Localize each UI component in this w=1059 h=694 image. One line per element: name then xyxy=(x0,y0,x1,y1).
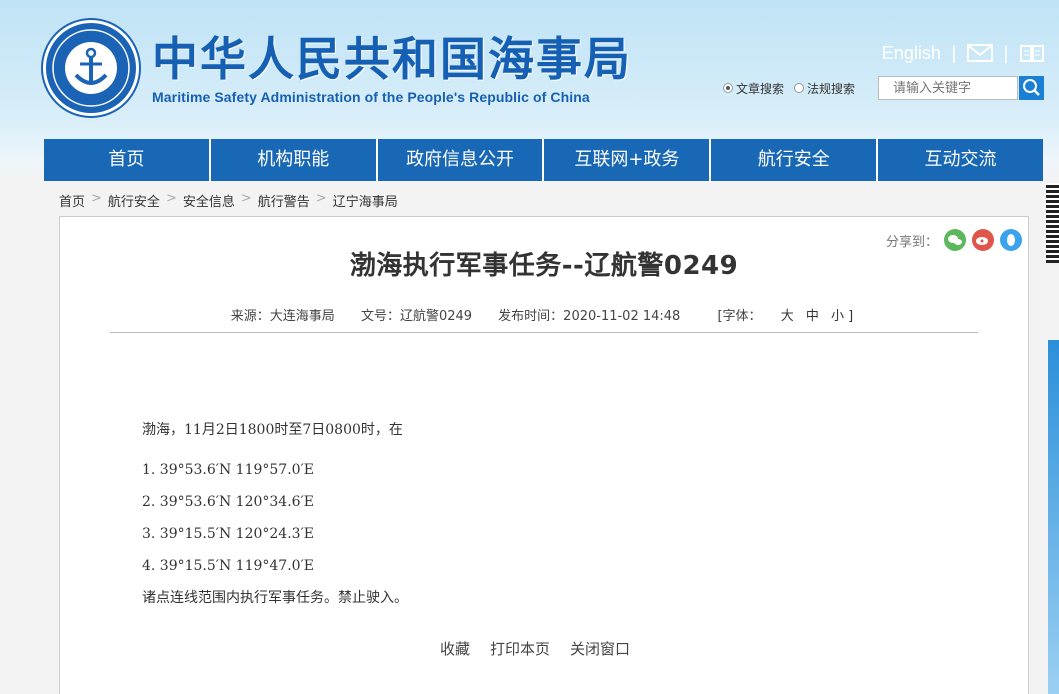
radio-law-label: 法规搜索 xyxy=(807,81,856,96)
english-link[interactable]: English xyxy=(882,43,941,64)
breadcrumb-navigation-safety[interactable]: 航行安全 xyxy=(108,191,160,210)
article-body: 渤海，11月2日1800时至7日0800时，在 1. 39°53.6′N 119… xyxy=(142,420,408,620)
search-area: 文章搜索 法规搜索 xyxy=(723,76,1044,100)
divider: | xyxy=(950,42,957,64)
article-title: 渤海执行军事任务--辽航警0249 xyxy=(349,251,739,281)
font-size-control: [字体： 大 中 小 ] xyxy=(706,309,857,324)
article-meta: 来源：大连海事局 文号：辽航警0249 发布时间：2020-11-02 14:4… xyxy=(110,305,978,333)
article-container: 分享到： 渤海执行军事任务--辽航警0249 来源：大连海事局 文号：辽航警02… xyxy=(59,216,1029,694)
coordinate-point: 1. 39°53.6′N 119°57.0′E xyxy=(142,462,314,478)
radio-dot-selected[interactable] xyxy=(723,83,733,93)
breadcrumb-separator: > xyxy=(91,191,102,206)
favorite-button[interactable]: 收藏 xyxy=(440,638,470,659)
font-size-label: [字体： xyxy=(717,309,762,324)
font-size-medium[interactable]: 中 xyxy=(806,309,819,324)
breadcrumb-liaoning[interactable]: 辽宁海事局 xyxy=(333,191,398,210)
divider: | xyxy=(1002,42,1009,64)
breadcrumb-home[interactable]: 首页 xyxy=(59,191,85,210)
radio-article-search[interactable]: 文章搜索 xyxy=(723,80,784,97)
anchor-icon xyxy=(52,29,130,107)
article-doc-number: 文号：辽航警0249 xyxy=(360,309,473,324)
side-banner[interactable] xyxy=(1048,340,1059,694)
qr-code xyxy=(1046,183,1059,263)
search-button[interactable] xyxy=(1019,76,1044,100)
breadcrumb-separator: > xyxy=(240,191,252,206)
article-actions: 收藏 打印本页 关闭窗口 xyxy=(440,638,630,659)
breadcrumb-separator: > xyxy=(315,191,327,206)
radio-article-label: 文章搜索 xyxy=(736,81,785,96)
radio-dot[interactable] xyxy=(794,83,805,93)
nav-item-internet-gov[interactable]: 互联网+政务 xyxy=(544,139,712,181)
coordinate-point: 2. 39°53.6′N 120°34.6′E xyxy=(142,494,314,510)
msa-logo[interactable] xyxy=(43,20,139,116)
font-size-small[interactable]: 小 ] xyxy=(831,309,853,324)
close-window-button[interactable]: 关闭窗口 xyxy=(570,638,630,659)
nav-item-navigation-safety[interactable]: 航行安全 xyxy=(711,139,879,181)
search-icon xyxy=(1023,79,1040,96)
article-intro: 渤海，11月2日1800时至7日0800时，在 xyxy=(142,422,403,438)
main-nav: 首页 机构职能 政府信息公开 互联网+政务 航行安全 互动交流 xyxy=(44,139,1043,181)
font-size-large[interactable]: 大 xyxy=(781,309,794,324)
breadcrumb-warnings[interactable]: 航行警告 xyxy=(258,191,310,210)
site-subtitle: Maritime Safety Administration of the Pe… xyxy=(152,89,590,105)
nav-item-home[interactable]: 首页 xyxy=(44,139,211,181)
coordinate-point: 3. 39°15.5′N 120°24.3′E xyxy=(142,526,314,542)
print-button[interactable]: 打印本页 xyxy=(490,638,550,659)
article-publish-time: 发布时间：2020-11-02 14:48 xyxy=(498,309,681,324)
nav-item-organization[interactable]: 机构职能 xyxy=(211,139,378,181)
mail-icon[interactable] xyxy=(966,43,993,63)
book-icon[interactable] xyxy=(1019,43,1045,63)
article-closing: 诸点连线范围内执行军事任务。禁止驶入。 xyxy=(142,590,408,606)
top-links: English | | xyxy=(882,40,1045,66)
radio-law-search[interactable]: 法规搜索 xyxy=(794,80,855,97)
coordinate-point: 4. 39°15.5′N 119°47.0′E xyxy=(142,558,314,574)
search-input[interactable] xyxy=(878,76,1018,100)
breadcrumb-safety-info[interactable]: 安全信息 xyxy=(183,191,235,210)
nav-item-interaction[interactable]: 互动交流 xyxy=(878,139,1043,181)
article-source: 来源：大连海事局 xyxy=(230,309,335,324)
site-title[interactable]: 中华人民共和国海事局 xyxy=(152,33,632,85)
breadcrumb-separator: > xyxy=(165,191,177,206)
site-header: 中华人民共和国海事局 Maritime Safety Administratio… xyxy=(0,0,1059,138)
breadcrumb: 首页 > 航行安全 > 安全信息 > 航行警告 > 辽宁海事局 xyxy=(59,191,398,210)
nav-item-government-info[interactable]: 政府信息公开 xyxy=(378,139,545,181)
